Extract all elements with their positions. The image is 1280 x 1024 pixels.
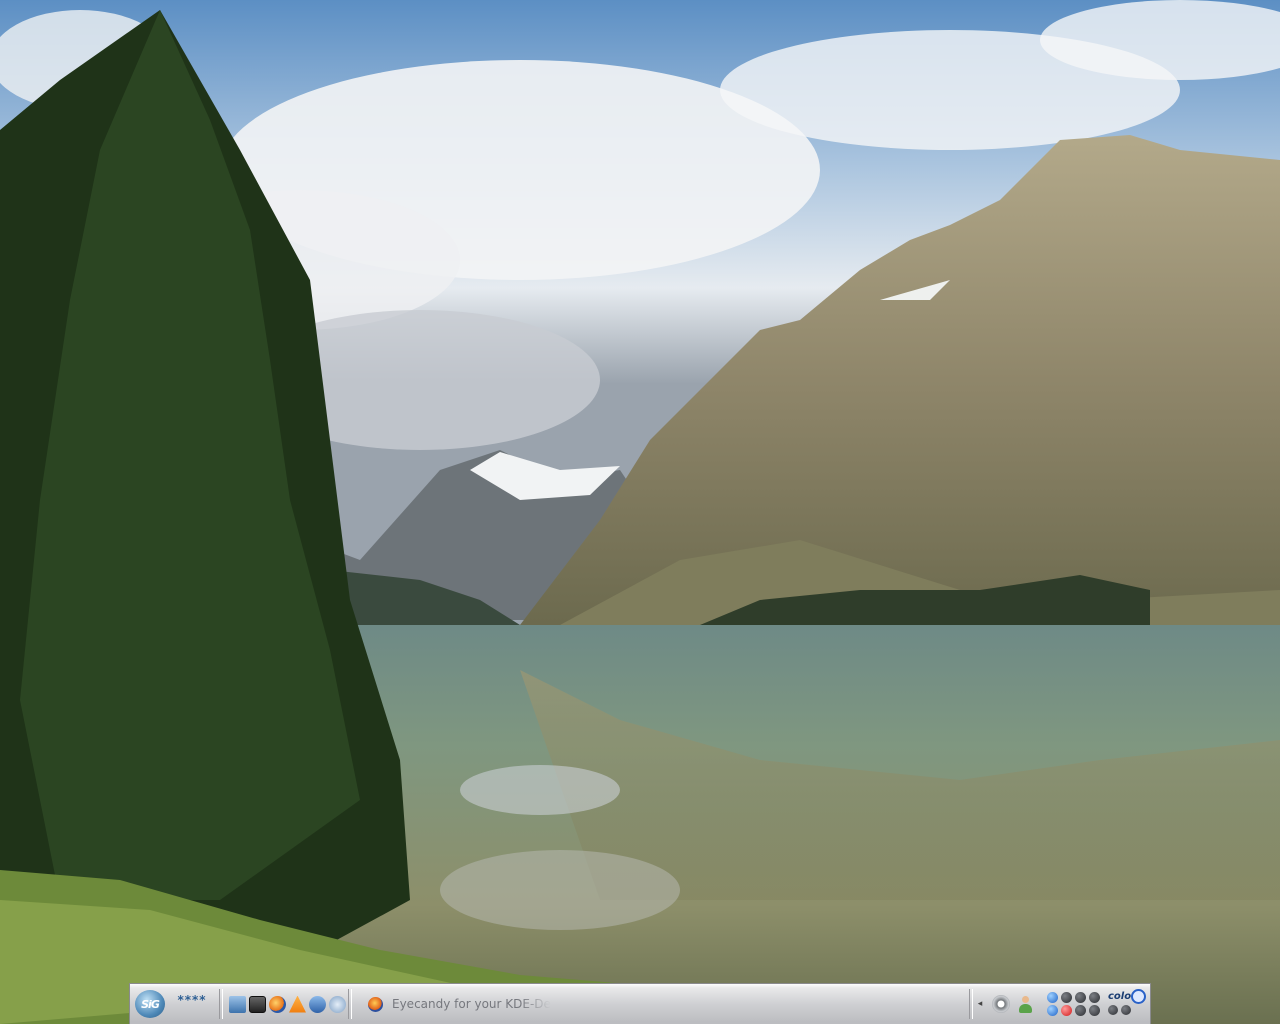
clock-applet-dots [1108,1005,1131,1015]
settings-icon[interactable] [329,995,346,1013]
clock-applet[interactable]: color [1104,989,1148,1019]
tray-dot-button[interactable] [1061,992,1072,1003]
tray-dot-button[interactable] [1047,992,1058,1003]
tray-dot-button[interactable] [1075,992,1086,1003]
panel-separator [348,989,352,1019]
sound-tray-icon[interactable] [992,995,1010,1013]
tray-dot-button[interactable] [1061,1005,1072,1016]
panel-separator [219,989,223,1019]
tray-expand-arrow-icon[interactable]: ◂ [975,999,985,1009]
tray-dot-button[interactable] [1047,1005,1058,1016]
kde-panel: SiG **** Eyecandy for your KDE-De ◂ colo… [129,983,1151,1024]
taskbar-button-label: Eyecandy for your KDE-De [392,997,551,1011]
quicklaunch-bar [229,995,346,1013]
home-folder-icon[interactable] [229,995,246,1013]
clock-icon [1131,989,1146,1004]
desktop[interactable]: SiG **** Eyecandy for your KDE-De ◂ colo… [0,0,1280,1024]
tray-dot-button[interactable] [1075,1005,1086,1016]
taskbar-button-firefox[interactable]: Eyecandy for your KDE-De [362,992,557,1016]
firefox-icon[interactable] [269,995,286,1013]
terminal-icon[interactable] [249,995,266,1013]
tray-dot-button[interactable] [1089,992,1100,1003]
taskbar: Eyecandy for your KDE-De [362,989,967,1019]
user-tray-icon[interactable] [1016,995,1034,1013]
kmenu-logo-icon: SiG [135,990,165,1018]
vlc-icon[interactable] [289,995,306,1013]
tray-dot-button[interactable] [1121,1005,1131,1015]
desktop-pager[interactable]: **** [167,989,217,1019]
panel-separator [969,989,973,1019]
wallpaper-mountain-lake [0,0,1280,1024]
firefox-icon [368,996,383,1012]
tray-dot-button[interactable] [1089,1005,1100,1016]
kmenu-button[interactable]: SiG [133,987,167,1021]
tray-dot-button[interactable] [1108,1005,1118,1015]
office-icon[interactable] [309,995,326,1013]
system-tray: ◂ color [975,989,1148,1019]
tray-applet-dots [1047,992,1100,1016]
